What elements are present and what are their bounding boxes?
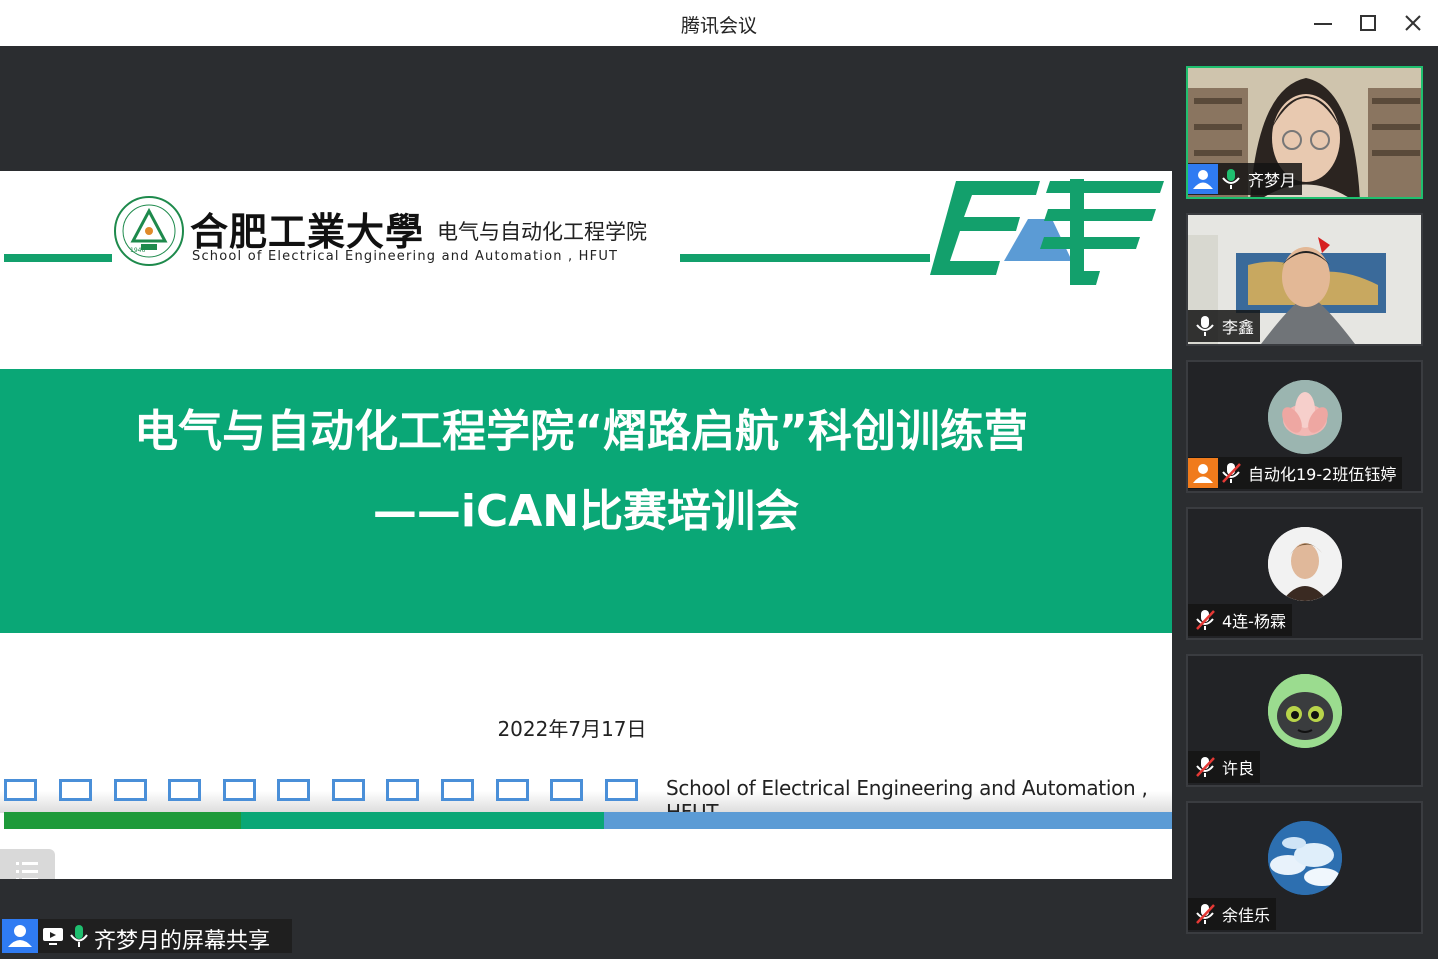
participant-name: 齐梦月 <box>1248 171 1297 190</box>
footer-square <box>59 779 92 801</box>
participant-namebar: 余佳乐 <box>1188 898 1277 930</box>
seal-year: 1946 <box>130 247 146 254</box>
minimize-button[interactable] <box>1308 8 1338 38</box>
headline-line-1: 电气与自动化工程学院“熠路启航”科创训练营 <box>134 406 1028 457</box>
maximize-button[interactable] <box>1353 8 1383 38</box>
participant-tile[interactable]: 自动化19-2班伍钰婷 <box>1186 360 1423 493</box>
shared-screen: 1946 合肥工業大學 电气与自动化工程学院 School of Electri… <box>0 46 1172 959</box>
avatar <box>1268 674 1342 748</box>
participant-gallery: 齐梦月 李鑫 自动化19-2班伍钰婷 4连-杨霖 许良 余佳乐 <box>1172 46 1438 959</box>
participant-tile[interactable]: 余佳乐 <box>1186 801 1423 934</box>
participant-namebar: 齐梦月 <box>1188 163 1303 195</box>
close-icon <box>1405 15 1421 31</box>
participant-namebar: 自动化19-2班伍钰婷 <box>1188 457 1403 489</box>
sky-avatar-icon <box>1268 821 1342 895</box>
footer-square <box>441 779 474 801</box>
participant-name: 许良 <box>1222 759 1255 778</box>
presentation-slide: 1946 合肥工業大學 电气与自动化工程学院 School of Electri… <box>0 171 1172 879</box>
cohost-badge <box>1188 458 1218 488</box>
minimize-icon <box>1314 23 1332 25</box>
dragon-avatar-icon <box>1268 674 1342 748</box>
screen-share-icon <box>43 928 63 945</box>
user-icon <box>1193 170 1213 189</box>
header-line-left <box>4 254 112 262</box>
footer-square <box>386 779 419 801</box>
microphone-muted-icon[interactable] <box>1192 754 1218 780</box>
screen-share-label: 齐梦月的屏幕共享 <box>94 929 271 954</box>
microphone-icon <box>70 925 88 947</box>
title-bar: 腾讯会议 <box>0 0 1438 46</box>
microphone-on-icon[interactable] <box>1218 166 1244 192</box>
avatar <box>1268 821 1342 895</box>
user-icon <box>8 925 32 947</box>
school-name-cn: 电气与自动化工程学院 <box>437 220 647 244</box>
window-title: 腾讯会议 <box>680 15 757 37</box>
maximize-icon <box>1360 15 1376 31</box>
participant-tile[interactable]: 4连-杨霖 <box>1186 507 1423 640</box>
headline-line-2: ——iCAN比赛培训会 <box>372 486 800 537</box>
participant-tile[interactable]: 许良 <box>1186 654 1423 787</box>
footer-square <box>114 779 147 801</box>
microphone-muted-icon[interactable] <box>1192 901 1218 927</box>
footer-square <box>605 779 638 801</box>
footer-square <box>496 779 529 801</box>
university-seal-icon <box>114 196 184 266</box>
participant-namebar: 李鑫 <box>1188 310 1261 342</box>
participant-name: 李鑫 <box>1222 318 1255 337</box>
avatar <box>1268 380 1342 454</box>
footer-square <box>168 779 201 801</box>
footer-square <box>4 779 37 801</box>
participant-tile[interactable]: 齐梦月 <box>1186 66 1423 199</box>
list-icon <box>16 862 38 879</box>
avatar <box>1268 527 1342 601</box>
footer-square <box>277 779 310 801</box>
participant-namebar: 许良 <box>1188 751 1261 783</box>
participant-tile[interactable]: 李鑫 <box>1186 213 1423 346</box>
footer-square <box>332 779 365 801</box>
portrait-avatar-icon <box>1268 527 1342 601</box>
microphone-muted-icon[interactable] <box>1218 460 1244 486</box>
footer-bar-green <box>241 812 604 829</box>
footer-square <box>550 779 583 801</box>
school-name-en: School of Electrical Engineering and Aut… <box>192 249 619 264</box>
participant-name: 4连-杨霖 <box>1222 612 1286 631</box>
microphone-on-icon[interactable] <box>1192 313 1218 339</box>
host-badge <box>1188 164 1218 194</box>
slide-menu-button[interactable] <box>0 849 55 879</box>
participant-name: 自动化19-2班伍钰婷 <box>1248 465 1397 484</box>
microphone-muted-icon[interactable] <box>1192 607 1218 633</box>
school-logo-icon <box>930 179 1164 285</box>
footer-square <box>223 779 256 801</box>
slide-date: 2022年7月17日 <box>497 717 647 741</box>
footer-bar-dark-green <box>4 812 241 829</box>
header-line-right <box>680 254 930 262</box>
participant-name: 余佳乐 <box>1222 906 1271 925</box>
close-button[interactable] <box>1398 8 1428 38</box>
screen-share-bar: 齐梦月的屏幕共享 <box>2 919 292 954</box>
university-name: 合肥工業大學 <box>190 209 425 254</box>
participant-namebar: 4连-杨霖 <box>1188 604 1292 636</box>
user-icon <box>1193 464 1213 483</box>
title-banner: 电气与自动化工程学院“熠路启航”科创训练营 ——iCAN比赛培训会 <box>0 369 1172 633</box>
host-badge <box>2 919 38 953</box>
footer-bar-blue <box>604 812 1172 829</box>
lotus-avatar-icon <box>1268 380 1342 454</box>
